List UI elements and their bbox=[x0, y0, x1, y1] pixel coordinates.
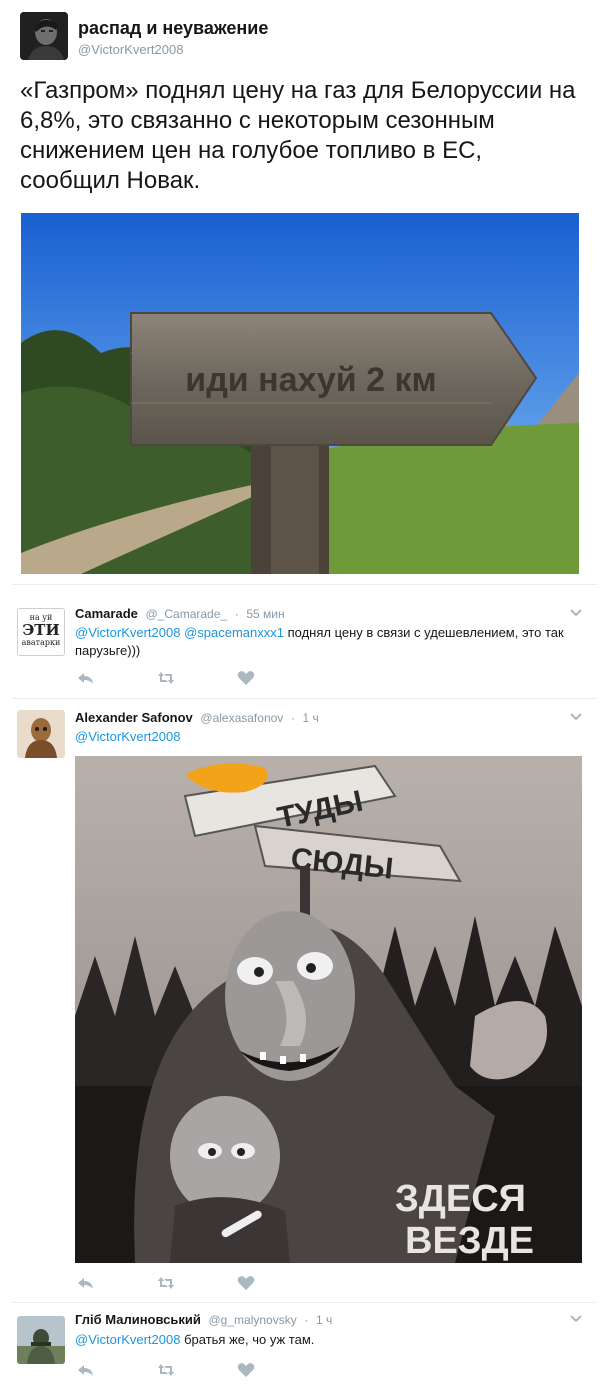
author-display-name[interactable]: распад и неуважение bbox=[78, 18, 268, 39]
sign-text: иди нахуй 2 км bbox=[185, 361, 436, 399]
reply-avatar[interactable] bbox=[17, 1316, 65, 1364]
reply-handle[interactable]: @alexasafonov bbox=[200, 711, 283, 725]
reply-image[interactable]: ТУДЫ СЮДЫ ЗДЕСЯ ВЕЗДЕ bbox=[75, 756, 582, 1263]
tweet-text: «Газпром» поднял цену на газ для Белорус… bbox=[20, 77, 576, 194]
image-text: ЗДЕСЯ bbox=[395, 1178, 526, 1220]
time-separator: · bbox=[290, 711, 295, 725]
chevron-down-icon[interactable] bbox=[569, 710, 583, 724]
main-avatar[interactable] bbox=[20, 12, 68, 60]
divider bbox=[12, 1302, 597, 1303]
avatar-text-line: аватарки bbox=[21, 638, 61, 647]
image-text: ВЕЗДЕ bbox=[405, 1220, 534, 1262]
reply-display-name[interactable]: Гліб Малиновський bbox=[75, 1312, 201, 1327]
action-bar bbox=[77, 1362, 267, 1378]
reply-handle[interactable]: @g_malynovsky bbox=[209, 1313, 297, 1327]
action-bar bbox=[77, 670, 267, 686]
retweet-icon[interactable] bbox=[157, 1362, 175, 1378]
reply-header: Camarade @_Camarade_ · 55 мин bbox=[75, 606, 285, 621]
reply-display-name[interactable]: Camarade bbox=[75, 606, 138, 621]
reply-text: @VictorKvert2008 bbox=[75, 728, 565, 746]
reply-time[interactable]: 1 ч bbox=[303, 711, 319, 725]
divider bbox=[12, 584, 597, 585]
avatar-text-line: ЭТИ bbox=[22, 621, 60, 639]
chevron-down-icon[interactable] bbox=[569, 1312, 583, 1326]
reply-icon[interactable] bbox=[77, 670, 95, 686]
reply-text: @VictorKvert2008 @spacemanxxx1 поднял це… bbox=[75, 624, 565, 660]
main-tweet-header: распад и неуважение @VictorKvert2008 bbox=[20, 12, 580, 60]
action-bar bbox=[77, 1275, 267, 1291]
mention-link[interactable]: @VictorKvert2008 bbox=[75, 729, 180, 744]
reply-avatar[interactable] bbox=[17, 710, 65, 758]
divider bbox=[12, 698, 597, 699]
time-separator: · bbox=[234, 607, 239, 621]
reply-display-name[interactable]: Alexander Safonov bbox=[75, 710, 193, 725]
heart-icon[interactable] bbox=[237, 670, 255, 686]
mention-link[interactable]: @VictorKvert2008 @spacemanxxx1 bbox=[75, 625, 284, 640]
time-separator: · bbox=[304, 1313, 309, 1327]
reply-time[interactable]: 1 ч bbox=[316, 1313, 332, 1327]
mention-link[interactable]: @VictorKvert2008 bbox=[75, 1332, 180, 1347]
reply-header: Гліб Малиновський @g_malynovsky · 1 ч bbox=[75, 1312, 332, 1327]
reply-icon[interactable] bbox=[77, 1362, 95, 1378]
chevron-down-icon[interactable] bbox=[569, 606, 583, 620]
reply-avatar[interactable]: на уй ЭТИ аватарки bbox=[17, 608, 65, 656]
tweet-image[interactable]: иди нахуй 2 км bbox=[21, 213, 579, 574]
reply-body: братья же, чо уж там. bbox=[180, 1332, 315, 1347]
heart-icon[interactable] bbox=[237, 1275, 255, 1291]
reply-text: @VictorKvert2008 братья же, чо уж там. bbox=[75, 1331, 565, 1349]
author-handle[interactable]: @VictorKvert2008 bbox=[78, 42, 183, 57]
reply-time[interactable]: 55 мин bbox=[246, 607, 284, 621]
retweet-icon[interactable] bbox=[157, 1275, 175, 1291]
reply-handle[interactable]: @_Camarade_ bbox=[146, 607, 228, 621]
heart-icon[interactable] bbox=[237, 1362, 255, 1378]
reply-header: Alexander Safonov @alexasafonov · 1 ч bbox=[75, 710, 319, 725]
reply-icon[interactable] bbox=[77, 1275, 95, 1291]
retweet-icon[interactable] bbox=[157, 670, 175, 686]
